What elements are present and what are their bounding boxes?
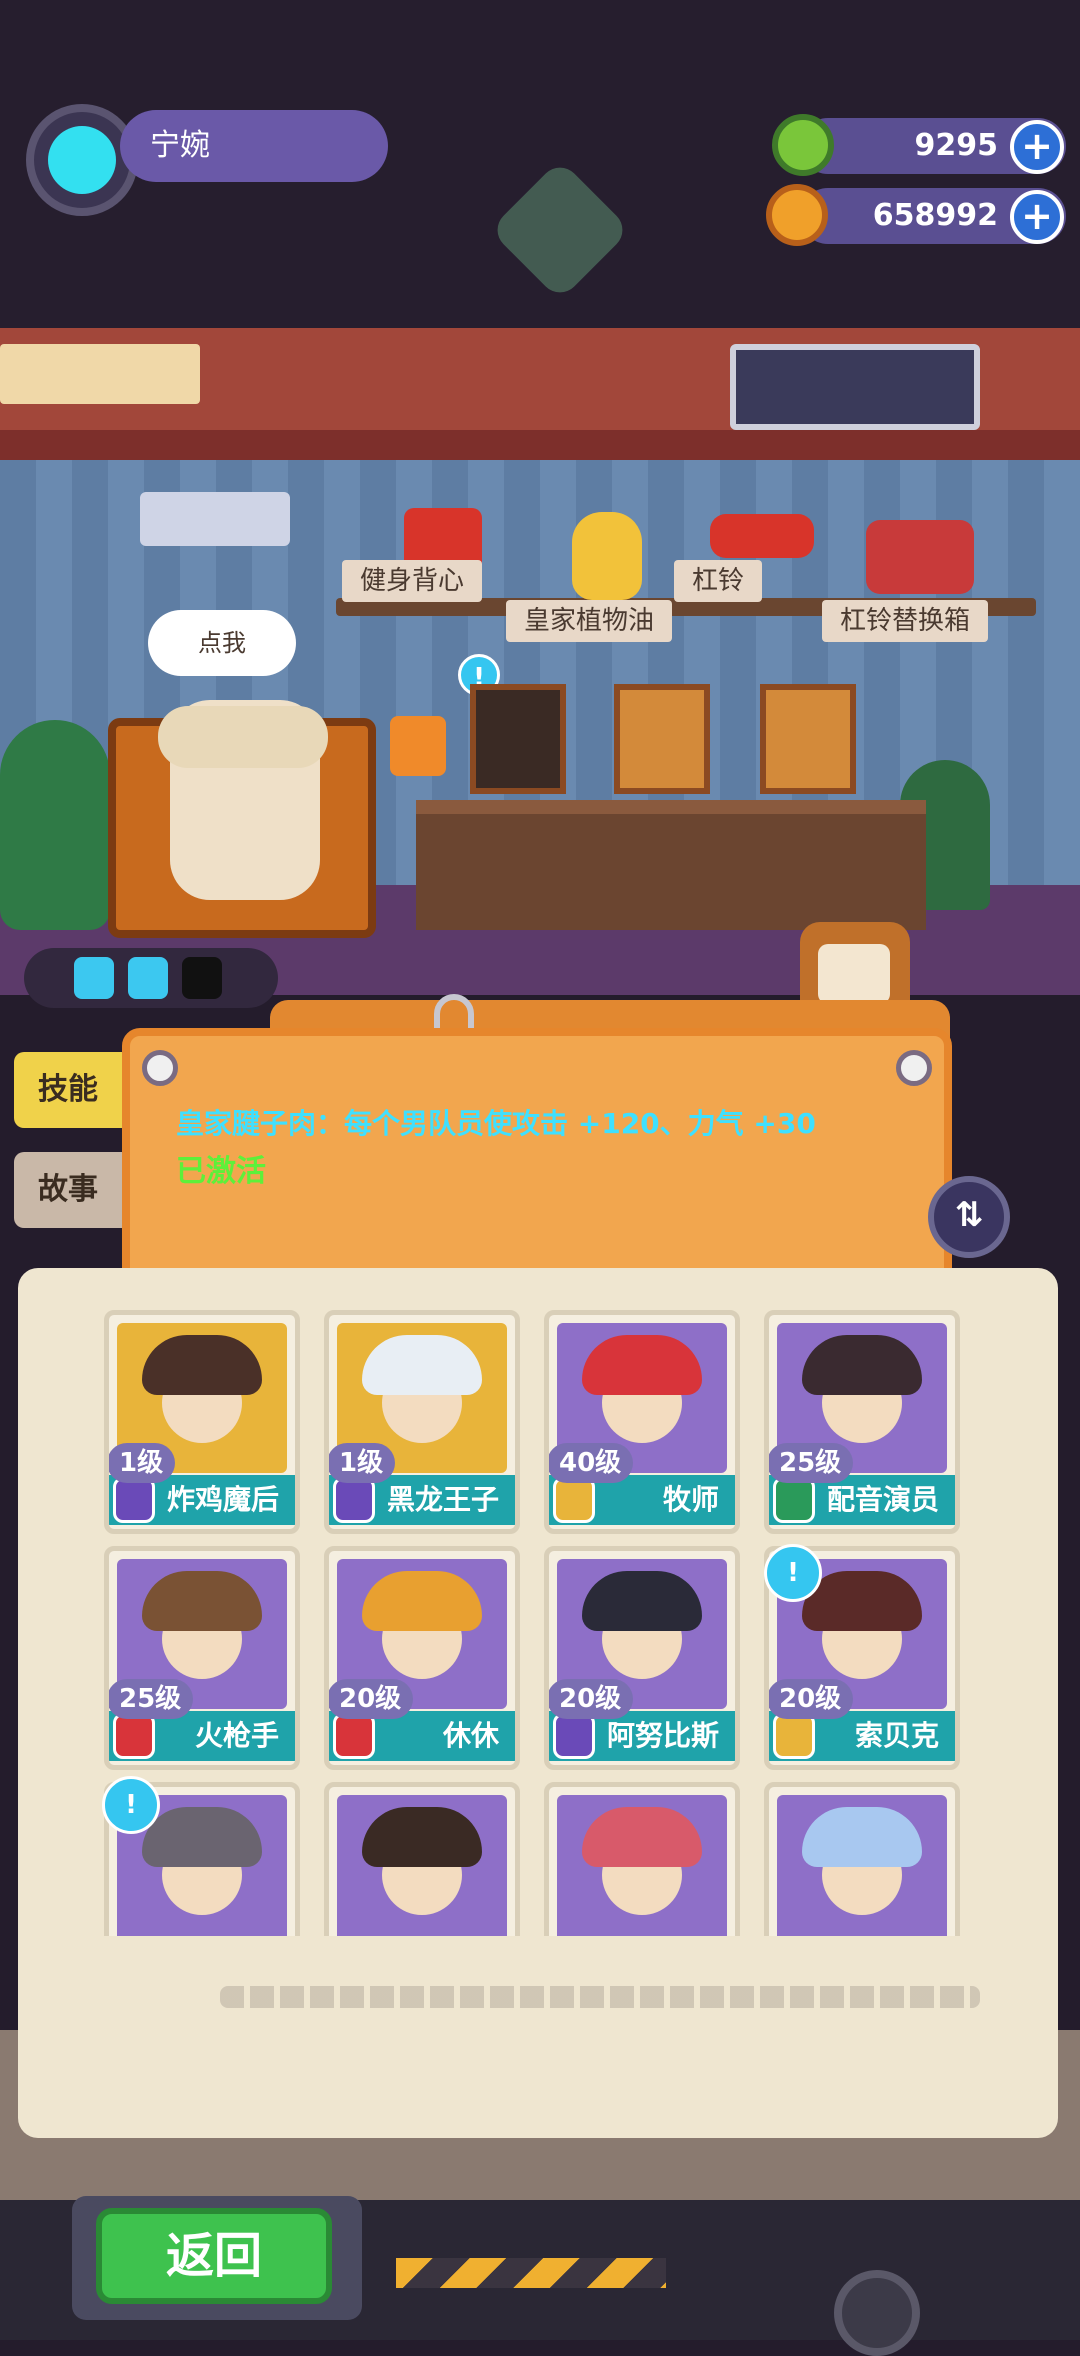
character-card[interactable]: [764, 1782, 960, 1936]
class-badge-icon: [773, 1713, 815, 1759]
skill-panel: 皇家腱子肉：每个男队员使攻击 +120、力气 +30 已激活: [122, 1028, 952, 1298]
item-label-vest: 健身背心: [342, 560, 483, 602]
character-hair: [362, 1571, 482, 1631]
character-level: 40级: [549, 1443, 634, 1483]
pin-icon: [896, 1050, 932, 1086]
character-card[interactable]: [324, 1782, 520, 1936]
character-level: 25级: [109, 1679, 194, 1719]
character-hair: [362, 1335, 482, 1395]
character-level: 20级: [769, 1679, 854, 1719]
skill-description: 皇家腱子肉：每个男队员使攻击 +120、力气 +30: [176, 1107, 816, 1140]
character-hair: [582, 1807, 702, 1867]
character-portrait: [337, 1795, 507, 1936]
desk: [416, 800, 926, 930]
character-portrait: [557, 1795, 727, 1936]
character-hair: [582, 1335, 702, 1395]
planet-coin-icon: [766, 184, 828, 246]
energy-cell-empty-icon: [182, 957, 222, 999]
player-name[interactable]: 宁婉: [120, 110, 388, 182]
info-alert-icon[interactable]: !: [102, 1776, 160, 1834]
vent-panel: [0, 344, 200, 404]
character-level: 1级: [109, 1443, 176, 1483]
blurred-text: [220, 1986, 980, 2008]
energy-bar: [24, 948, 278, 1008]
item-label-oil: 皇家植物油: [506, 600, 673, 642]
character-card[interactable]: 牧师 40级: [544, 1310, 740, 1534]
projector-lamp-icon: [140, 492, 290, 546]
character-hair: [142, 1571, 262, 1631]
class-badge-icon: [333, 1713, 375, 1759]
energy-cell-icon: [128, 957, 168, 999]
hazard-stripe: [396, 2258, 666, 2288]
class-badge-icon: [113, 1713, 155, 1759]
class-badge-icon: [553, 1713, 595, 1759]
donut-gem-icon: [772, 114, 834, 176]
cat-face-icon: [48, 126, 116, 194]
item-label-barbell-case: 杠铃替换箱: [822, 600, 989, 642]
character-card[interactable]: 黑龙王子 1级: [324, 1310, 520, 1534]
trophy-fist-icon: [390, 716, 446, 776]
back-button[interactable]: 返回: [96, 2208, 332, 2304]
character-card[interactable]: [544, 1782, 740, 1936]
character-level: 20级: [329, 1679, 414, 1719]
tab-story[interactable]: 故事: [14, 1152, 122, 1228]
dial-knob: [834, 2270, 920, 2356]
pin-icon: [142, 1050, 178, 1086]
oil-bottle-icon[interactable]: [572, 512, 642, 600]
picture-frame-3[interactable]: [760, 684, 856, 794]
ghost-display: [730, 344, 980, 430]
character-hair: [802, 1335, 922, 1395]
character-card[interactable]: 休休 20级: [324, 1546, 520, 1770]
class-badge-icon: [113, 1477, 155, 1523]
character-hair: [362, 1807, 482, 1867]
add-gems-button[interactable]: +: [1010, 120, 1064, 174]
barbell-icon[interactable]: [710, 514, 814, 558]
energy-cell-icon: [74, 957, 114, 999]
character-card[interactable]: 火枪手 25级: [104, 1546, 300, 1770]
tab-skill[interactable]: 技能: [14, 1052, 122, 1128]
character-hair: [142, 1335, 262, 1395]
tap-me-bubble[interactable]: 点我: [148, 610, 296, 676]
plant-left: [0, 720, 110, 930]
character-level: 1级: [329, 1443, 396, 1483]
class-badge-icon: [773, 1477, 815, 1523]
character-hair: [142, 1807, 262, 1867]
character-level: 20级: [549, 1679, 634, 1719]
skill-status: 已激活: [176, 1154, 266, 1189]
player-avatar[interactable]: [26, 104, 138, 216]
character-hair: [582, 1571, 702, 1631]
class-badge-icon: [553, 1477, 595, 1523]
item-label-barbell: 杠铃: [674, 560, 763, 602]
character-card[interactable]: 配音演员 25级: [764, 1310, 960, 1534]
cards-icon[interactable]: [818, 944, 890, 1004]
info-alert-icon[interactable]: !: [764, 1544, 822, 1602]
character-grid[interactable]: 炸鸡魔后 1级 黑龙王子 1级 牧师 40级 配音演员 25级火枪手 25级 休休 20级 阿努比斯 2…: [104, 1310, 992, 1936]
character-hair: [802, 1807, 922, 1867]
add-coins-button[interactable]: +: [1010, 190, 1064, 244]
character-card[interactable]: 炸鸡魔后 1级: [104, 1310, 300, 1534]
class-badge-icon: [333, 1477, 375, 1523]
picture-frame-2[interactable]: [614, 684, 710, 794]
character-portrait: [777, 1795, 947, 1936]
character-level: 25级: [769, 1443, 854, 1483]
hero-crown: [158, 706, 328, 768]
character-card[interactable]: 阿努比斯 20级: [544, 1546, 740, 1770]
wall-strip: [0, 430, 1080, 460]
swap-button[interactable]: ⇅: [928, 1176, 1010, 1258]
barbell-case-icon[interactable]: [866, 520, 974, 594]
picture-frame-1[interactable]: [470, 684, 566, 794]
